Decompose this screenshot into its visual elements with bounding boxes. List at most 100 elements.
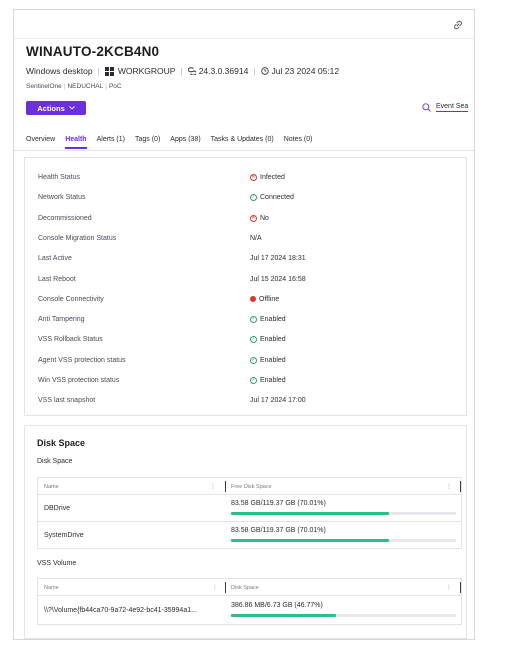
header-divider	[14, 38, 474, 39]
usage-progress-fill	[231, 538, 389, 542]
usage-progress-fill	[231, 613, 337, 617]
table-cell-value: 386.86 MB/6.73 GB (46.77%)	[231, 601, 323, 609]
health-row-value: ✓ Enabled	[250, 336, 286, 344]
tab-alerts[interactable]: Alerts (1)	[97, 136, 125, 149]
tabs-divider	[14, 150, 474, 151]
health-value-text: Jul 15 2024 16:58	[250, 275, 306, 283]
health-row-label: Health Status	[38, 174, 81, 181]
health-row-value: ✓ Enabled	[250, 316, 286, 324]
ok-status-icon: ✓	[250, 316, 257, 324]
search-icon	[422, 103, 431, 112]
chevron-down-icon	[68, 106, 75, 110]
health-row-value: Jul 17 2024 18:31	[250, 255, 306, 262]
column-header-name[interactable]: Name	[44, 585, 59, 591]
column-header-disk-space[interactable]: Disk Space	[231, 585, 259, 591]
usage-progress-bar	[231, 613, 456, 617]
os-label: Windows desktop	[26, 66, 93, 76]
health-row-label: Last Active	[38, 255, 72, 263]
column-menu-icon[interactable]: ⋮	[212, 584, 218, 591]
table-header: Name ⋮ Free Disk Space ⋮	[38, 478, 461, 495]
tab-notes[interactable]: Notes (0)	[284, 136, 313, 149]
table-cell-value: 83.58 GB/119.37 GB (70.01%)	[231, 526, 326, 534]
health-row-value: ✕ Infected	[250, 174, 285, 181]
table-cell-name: SystemDrive	[44, 531, 84, 539]
health-row-label: Win VSS protection status	[38, 377, 120, 384]
error-status-icon: ✕	[250, 214, 257, 222]
error-status-icon: ✕	[250, 174, 257, 181]
health-value-text: Connected	[260, 194, 294, 202]
page-title: WINAUTO-2KCB4N0	[26, 44, 160, 59]
tab-apps[interactable]: Apps (38)	[170, 136, 200, 149]
health-value-text: No	[260, 214, 269, 222]
disk-space-table: Name ⋮ Free Disk Space ⋮ DBDrive 83.58 GB…	[37, 477, 462, 549]
health-row-label: Decommissioned	[38, 214, 92, 222]
column-resize-handle[interactable]	[460, 582, 461, 593]
column-resize-handle[interactable]	[225, 481, 226, 492]
ok-status-icon: ✓	[250, 194, 257, 202]
windows-icon	[104, 66, 114, 76]
column-header-free-space[interactable]: Free Disk Space	[231, 484, 272, 490]
health-row-label: Last Reboot	[38, 275, 76, 283]
offline-dot-icon	[250, 296, 256, 303]
column-resize-handle[interactable]	[225, 582, 226, 593]
disk-space-card: Disk Space Disk Space Name ⋮ Free Disk S…	[24, 425, 467, 639]
disk-space-subtitle: Disk Space	[37, 458, 73, 465]
column-menu-icon[interactable]: ⋮	[446, 584, 452, 591]
health-row-label: Console Migration Status	[38, 234, 117, 242]
event-search-label: Event Sea	[436, 103, 469, 112]
health-value-text: N/A	[250, 234, 262, 242]
clock-icon	[260, 67, 269, 75]
domain-label: WORKGROUP	[117, 66, 176, 76]
health-row-value: ✓ Enabled	[250, 377, 286, 384]
health-card: Health Status ✕ Infected Network Status ✓ Con…	[24, 157, 467, 416]
health-value-text: Jul 17 2024 17:00	[250, 397, 306, 405]
vss-volume-subtitle: VSS Volume	[37, 560, 77, 567]
link-icon[interactable]	[452, 19, 464, 31]
ok-status-icon: ✓	[250, 377, 257, 384]
table-row[interactable]: \\?\Volume{fb44ca70-9a72-4e92-bc41-35994…	[38, 596, 461, 625]
vss-volume-table: Name ⋮ Disk Space ⋮ \\?\Volume{fb44ca70-…	[37, 578, 462, 625]
table-cell-name: \\?\Volume{fb44ca70-9a72-4e92-bc41-35994…	[44, 606, 197, 614]
health-row-label: VSS last snapshot	[38, 397, 96, 405]
breadcrumb-item[interactable]: NEDUCHAL	[67, 83, 103, 90]
column-resize-handle[interactable]	[460, 481, 461, 492]
column-menu-icon[interactable]: ⋮	[210, 483, 216, 490]
column-header-name[interactable]: Name	[44, 484, 59, 490]
table-cell-name: DBDrive	[44, 504, 71, 512]
usage-progress-bar	[231, 511, 456, 515]
agent-version-icon	[187, 67, 196, 75]
actions-button[interactable]: Actions	[26, 101, 86, 115]
ok-status-icon: ✓	[250, 336, 257, 344]
usage-progress-bar	[231, 538, 456, 542]
health-value-text: Infected	[260, 174, 285, 181]
health-row-value: ✕ No	[250, 214, 269, 222]
usage-progress-fill	[231, 511, 389, 515]
health-row-label: Network Status	[38, 194, 86, 202]
actions-button-label: Actions	[37, 103, 65, 113]
health-value-text: Enabled	[260, 377, 286, 384]
tab-tags[interactable]: Tags (0)	[135, 136, 160, 149]
table-cell-value: 83.58 GB/119.37 GB (70.01%)	[231, 499, 326, 507]
disk-space-title: Disk Space	[37, 438, 86, 448]
column-menu-icon[interactable]: ⋮	[446, 483, 452, 490]
table-row[interactable]: SystemDrive 83.58 GB/119.37 GB (70.01%)	[38, 522, 461, 549]
breadcrumb-item[interactable]: PoC	[109, 83, 122, 90]
table-row[interactable]: DBDrive 83.58 GB/119.37 GB (70.01%)	[38, 495, 461, 522]
table-header: Name ⋮ Disk Space ⋮	[38, 579, 461, 596]
health-value-text: Enabled	[260, 336, 286, 344]
health-row-label: Console Connectivity	[38, 295, 104, 303]
breadcrumb-item[interactable]: SentinelOne	[26, 83, 62, 90]
tab-tasks-updates[interactable]: Tasks & Updates (0)	[211, 136, 274, 149]
breadcrumb: SentinelOne | NEDUCHAL | PoC	[26, 83, 122, 90]
endpoint-meta: Windows desktop | WORKGROUP | 24.3.0.369…	[26, 66, 339, 76]
health-row-value: Offline	[250, 296, 279, 303]
health-row-value: Jul 15 2024 16:58	[250, 276, 306, 283]
health-row-value: ✓ Connected	[250, 194, 294, 202]
tab-overview[interactable]: Overview	[26, 136, 55, 149]
tab-health[interactable]: Health	[65, 136, 87, 149]
meta-separator: |	[253, 66, 256, 76]
event-search-link[interactable]: Event Sea	[422, 103, 469, 112]
health-value-text: Enabled	[260, 316, 286, 324]
health-value-text: Offline	[259, 295, 280, 303]
ok-status-icon: ✓	[250, 356, 257, 364]
